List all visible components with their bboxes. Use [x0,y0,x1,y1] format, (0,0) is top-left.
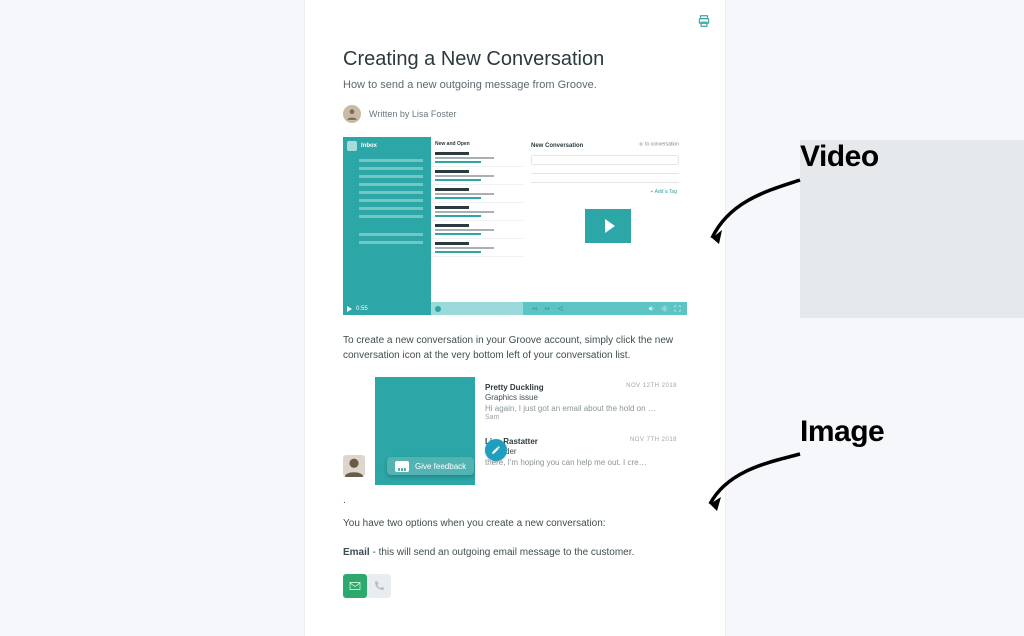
tutorial-video[interactable]: Inbox New and Open New Conversation to c… [343,137,687,315]
play-button[interactable] [585,209,631,243]
item-subject: ed Order [485,447,677,456]
annotation-arrow-video [700,170,810,260]
stray-dot: . [343,495,687,506]
item-from: Sam [485,414,677,421]
article-page: Creating a New Conversation How to send … [305,0,725,636]
email-channel-button[interactable] [343,574,367,598]
video-conversation-list: New and Open [431,137,523,302]
video-list-header: New and Open [431,137,523,149]
item-body: there, I'm hoping you can help me out. I… [485,458,665,467]
list-item: Pretty Duckling NOV 12TH 2018 Graphics i… [475,377,687,431]
video-timestamp: 0:55 [356,306,368,312]
page-title: Creating a New Conversation [343,48,687,71]
settings-icon[interactable] [661,305,668,312]
page-subtitle: How to send a new outgoing message from … [343,79,687,91]
byline-text: Written by Lisa Foster [369,109,456,119]
rewind-icon[interactable] [531,305,538,312]
phone-channel-button[interactable] [367,574,391,598]
paragraph-3: Email - this will send an outgoing email… [343,545,687,560]
compose-icon[interactable] [485,439,507,461]
keyboard-icon [395,461,409,472]
item-body: Hi again, I just got an email about the … [485,404,665,413]
screenshot-image: Pretty Duckling NOV 12TH 2018 Graphics i… [343,377,687,485]
video-controls[interactable]: 0:55 [343,302,687,315]
channel-toggle [343,574,687,598]
volume-icon[interactable] [648,305,655,312]
fullscreen-icon[interactable] [674,305,681,312]
item-date: NOV 7TH 2018 [630,437,677,443]
author-avatar [343,105,361,123]
item-subject: Graphics issue [485,393,677,402]
paragraph-2: You have two options when you create a n… [343,516,687,531]
play-icon[interactable] [347,306,352,312]
annotation-image-label: Image [800,415,884,449]
user-avatar [343,455,365,477]
share-icon[interactable] [557,305,564,312]
chapter-dot-icon[interactable] [435,306,441,312]
list-item: Lisa Rastatter NOV 7TH 2018 ed Order the… [475,431,687,485]
print-icon[interactable] [697,14,711,28]
annotation-video-label: Video [800,140,1024,318]
video-tag-hint: + Add a Tag [651,189,677,195]
video-app-sidebar: Inbox [343,137,431,302]
video-corner-link: to conversation [638,141,679,147]
video-sidebar-title: Inbox [361,143,377,149]
paragraph-1: To create a new conversation in your Gro… [343,333,687,363]
item-date: NOV 12TH 2018 [626,383,677,389]
give-feedback-button[interactable]: Give feedback [387,457,474,475]
feedback-label: Give feedback [415,462,466,471]
annotation-arrow-image [700,448,810,528]
forward-icon[interactable] [544,305,551,312]
byline: Written by Lisa Foster [343,105,687,123]
